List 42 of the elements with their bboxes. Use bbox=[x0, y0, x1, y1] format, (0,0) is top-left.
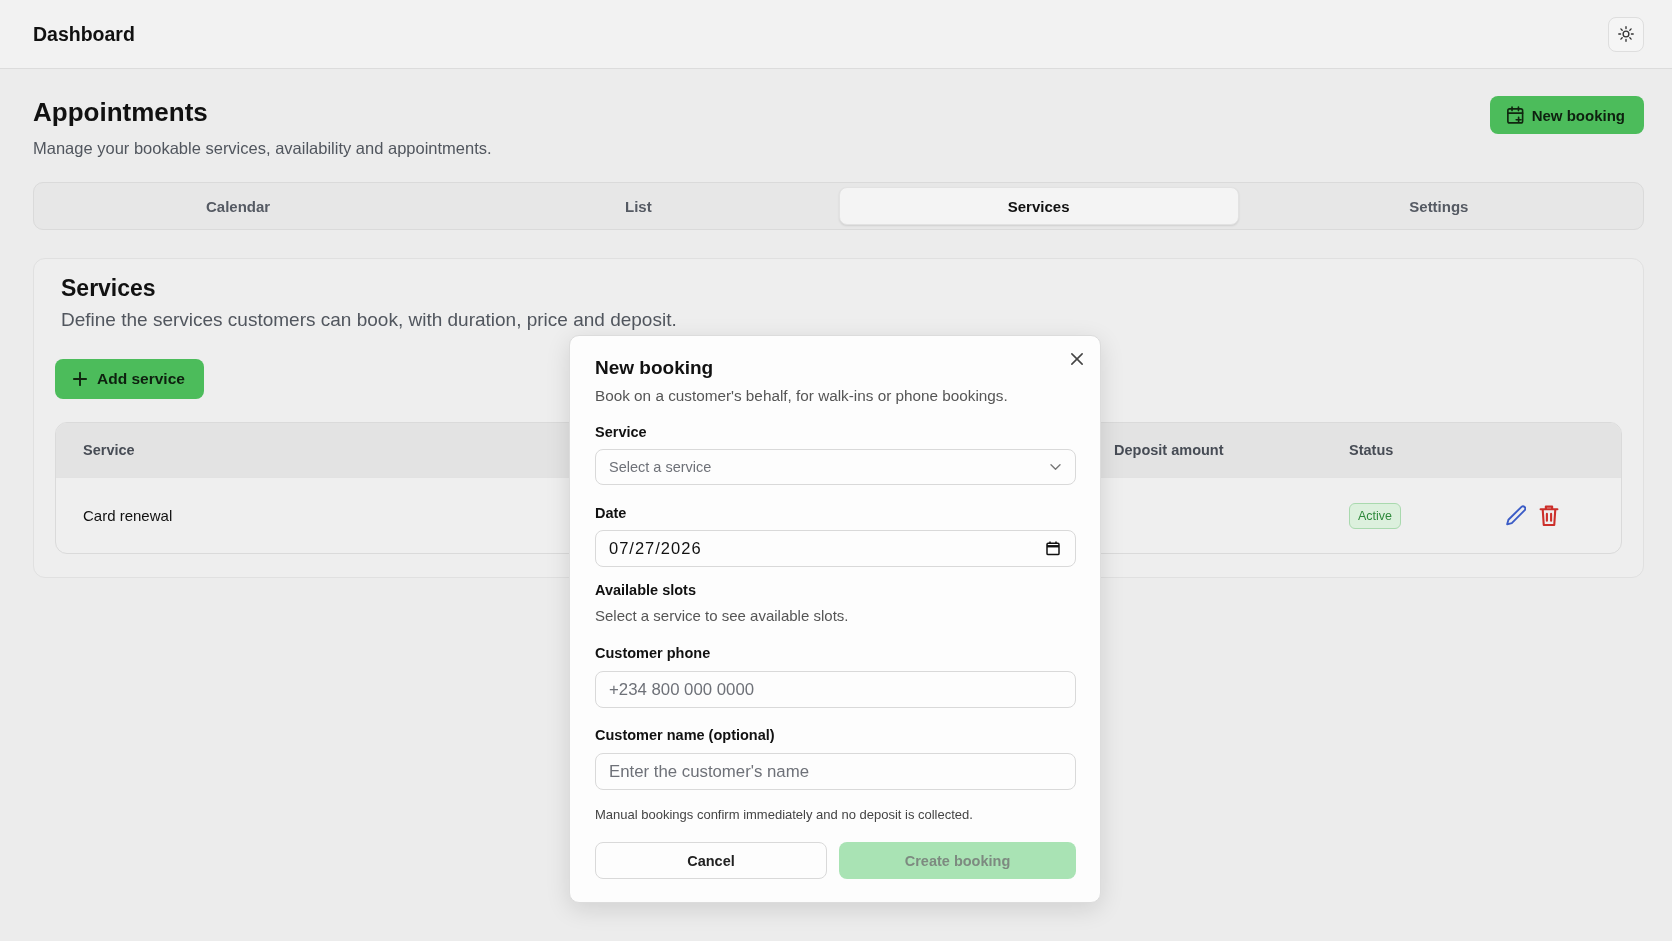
delete-button[interactable] bbox=[1539, 505, 1559, 526]
column-header: Service bbox=[82, 442, 136, 458]
close-icon bbox=[1071, 353, 1083, 365]
dialog-description: Book on a customer's behalf, for walk-ins or phone bookings. bbox=[595, 386, 1009, 406]
trash-icon bbox=[1539, 505, 1559, 526]
date-field[interactable]: 07/27/2026 bbox=[595, 530, 1076, 567]
tab[interactable]: Calendar bbox=[38, 187, 439, 225]
card-description: Define the services customers can book, with duration, price and deposit. bbox=[61, 308, 678, 332]
column-header: Deposit amount bbox=[1113, 442, 1225, 458]
form-note: Manual bookings confirm immediately and no deposit is collected. bbox=[595, 807, 974, 823]
input-field[interactable]: Enter the customer's name bbox=[595, 753, 1076, 790]
page-heading: Appointments bbox=[33, 96, 209, 128]
calendar-plus-icon bbox=[1506, 106, 1524, 124]
field-label: Service bbox=[595, 423, 648, 442]
column-header: Status bbox=[1348, 442, 1395, 458]
dialog-title: New booking bbox=[595, 356, 715, 380]
tab[interactable]: Services bbox=[838, 187, 1239, 225]
tab[interactable]: List bbox=[438, 187, 839, 225]
chevron-down-icon bbox=[1050, 464, 1061, 470]
select-field[interactable]: Select a service bbox=[595, 449, 1076, 485]
sun-icon bbox=[1618, 26, 1634, 42]
status-badge: Active bbox=[1349, 502, 1402, 529]
tab[interactable]: Settings bbox=[1238, 187, 1639, 225]
table-cell: Card renewal bbox=[83, 507, 173, 524]
add-service-button[interactable]: Add service bbox=[55, 359, 204, 399]
field-label: Customer name (optional) bbox=[595, 726, 776, 745]
theme-toggle-button[interactable] bbox=[1608, 16, 1644, 52]
card-title: Services bbox=[61, 274, 157, 303]
cancel-button[interactable]: Cancel bbox=[595, 842, 827, 879]
field-label: Customer phone bbox=[595, 644, 712, 663]
field-label: Date bbox=[595, 504, 628, 523]
new-booking-button[interactable]: New booking bbox=[1489, 96, 1644, 134]
app-title: Dashboard bbox=[33, 22, 135, 46]
calendar-icon bbox=[1046, 541, 1060, 556]
helper-text: Select a service to see available slots. bbox=[595, 606, 850, 626]
plus-icon bbox=[73, 372, 87, 386]
page-subtitle: Manage your bookable services, availability and appointments. bbox=[33, 138, 492, 159]
edit-button[interactable] bbox=[1506, 505, 1526, 526]
input-field[interactable]: +234 800 000 0000 bbox=[595, 671, 1076, 708]
close-button[interactable] bbox=[1071, 353, 1083, 365]
field-label: Available slots bbox=[595, 581, 697, 600]
pencil-icon bbox=[1506, 505, 1526, 526]
